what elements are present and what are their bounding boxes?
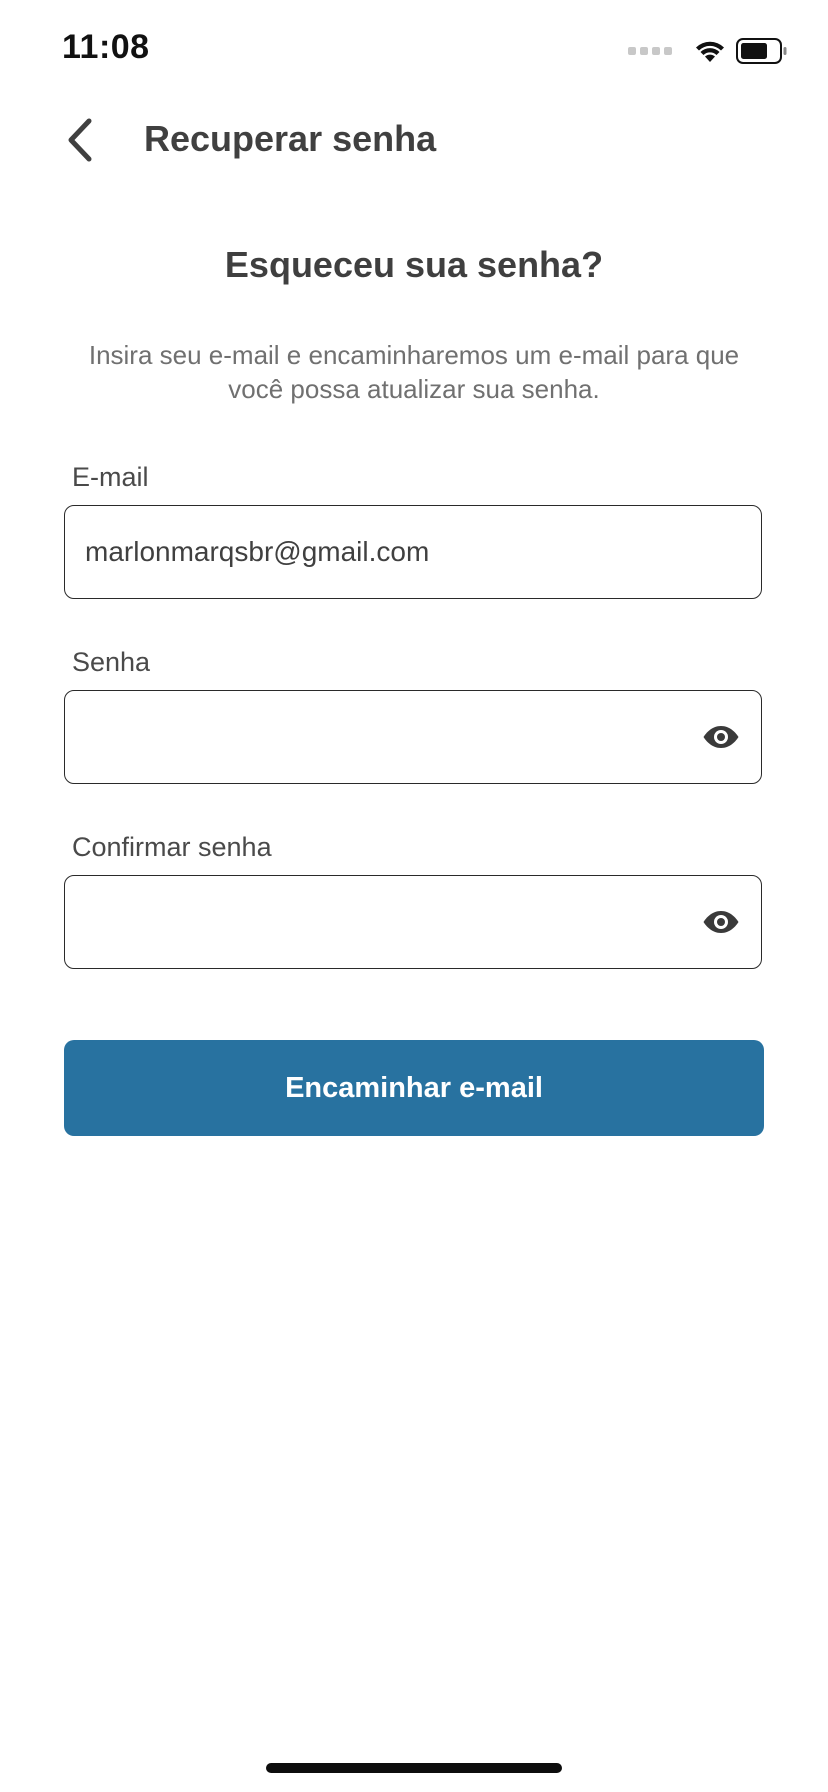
password-field-container (64, 690, 762, 784)
signal-dots-icon (628, 47, 672, 55)
password-field[interactable] (85, 691, 685, 782)
confirm-password-label: Confirmar senha (72, 832, 272, 862)
back-button[interactable] (64, 112, 120, 168)
status-time: 11:08 (62, 28, 150, 66)
home-indicator (266, 1763, 562, 1773)
description: Insira seu e-mail e encaminharemos um e-… (88, 340, 740, 404)
page-title: Recuperar senha (144, 118, 437, 159)
battery-icon (736, 38, 787, 64)
eye-icon (703, 911, 739, 933)
send-email-button[interactable]: Encaminhar e-mail (64, 1040, 764, 1136)
password-visibility-toggle[interactable] (701, 719, 741, 755)
nav-bar: Recuperar senha (0, 100, 828, 180)
eye-icon (703, 726, 739, 748)
email-field-container (64, 505, 762, 599)
status-icons (628, 34, 788, 68)
status-bar: 11:08 (0, 0, 828, 100)
heading: Esqueceu sua senha? (224, 244, 604, 285)
confirm-password-visibility-toggle[interactable] (701, 904, 741, 940)
email-field[interactable] (85, 506, 685, 597)
chevron-left-icon (68, 118, 92, 162)
email-label: E-mail (72, 462, 149, 492)
confirm-password-field-container (64, 875, 762, 969)
confirm-password-field[interactable] (85, 876, 685, 967)
password-label: Senha (72, 647, 151, 677)
wifi-icon (696, 41, 724, 62)
